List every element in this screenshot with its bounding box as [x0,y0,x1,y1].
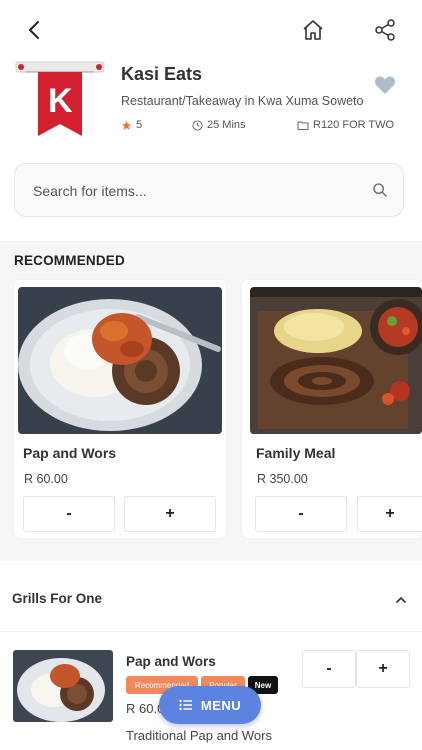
share-icon [375,19,395,41]
logo-letter: K [48,82,73,120]
delivery-time: 25 Mins [192,119,246,131]
chevron-up-icon [396,596,406,603]
card-item-name: Pap and Wors [23,445,117,461]
search-icon [373,183,387,197]
menu-item-description: Traditional Pap and Wors [126,728,272,743]
increase-button[interactable]: + [124,496,216,532]
price-for-two: R120 FOR TWO [297,119,394,131]
recommended-card[interactable]: Pap and Wors R 60.00 - + [14,280,226,538]
delivery-time-value: 25 Mins [207,119,246,131]
increase-button[interactable]: + [357,496,422,532]
card-item-price: R 60.00 [24,472,68,486]
card-item-name: Family Meal [256,445,336,461]
category-title: Grills For One [12,591,103,606]
restaurant-description: Restaurant/Takeaway in Kwa Xuma Soweto [121,94,364,108]
share-button[interactable] [370,15,400,45]
recommended-card[interactable]: Family Meal R 350.00 - + [242,280,422,538]
category-header[interactable]: Grills For One [0,577,422,632]
search-button[interactable] [369,179,391,201]
price-for-two-value: R120 FOR TWO [313,119,395,131]
menu-fab-button[interactable]: MENU [159,686,261,724]
rating: 5 [121,119,142,131]
card-item-price: R 350.00 [257,472,308,486]
menu-item-increase-button[interactable]: + [356,650,410,688]
home-icon [303,20,323,40]
clock-icon [192,119,203,131]
menu-item-name: Pap and Wors [126,654,216,669]
folder-icon [297,121,309,130]
heart-icon [374,76,396,94]
recommended-title: RECOMMENDED [14,253,125,268]
menu-fab-label: MENU [200,697,242,713]
back-button[interactable] [20,16,48,44]
home-button[interactable] [298,15,328,45]
decrease-button[interactable]: - [255,496,347,532]
rating-value: 5 [136,119,143,131]
food-image [250,287,422,434]
category-toggle[interactable] [394,592,408,606]
favorite-button[interactable] [372,72,398,98]
search-bar [14,163,404,218]
menu-item-image [13,650,113,722]
list-icon [179,699,192,711]
food-image [18,287,222,434]
search-input[interactable] [31,164,355,218]
chevron-left-icon [29,21,39,39]
restaurant-name: Kasi Eats [121,64,203,84]
menu-item-decrease-button[interactable]: - [302,650,356,688]
decrease-button[interactable]: - [23,496,115,532]
star-icon [121,120,132,130]
restaurant-logo: K [14,60,106,146]
